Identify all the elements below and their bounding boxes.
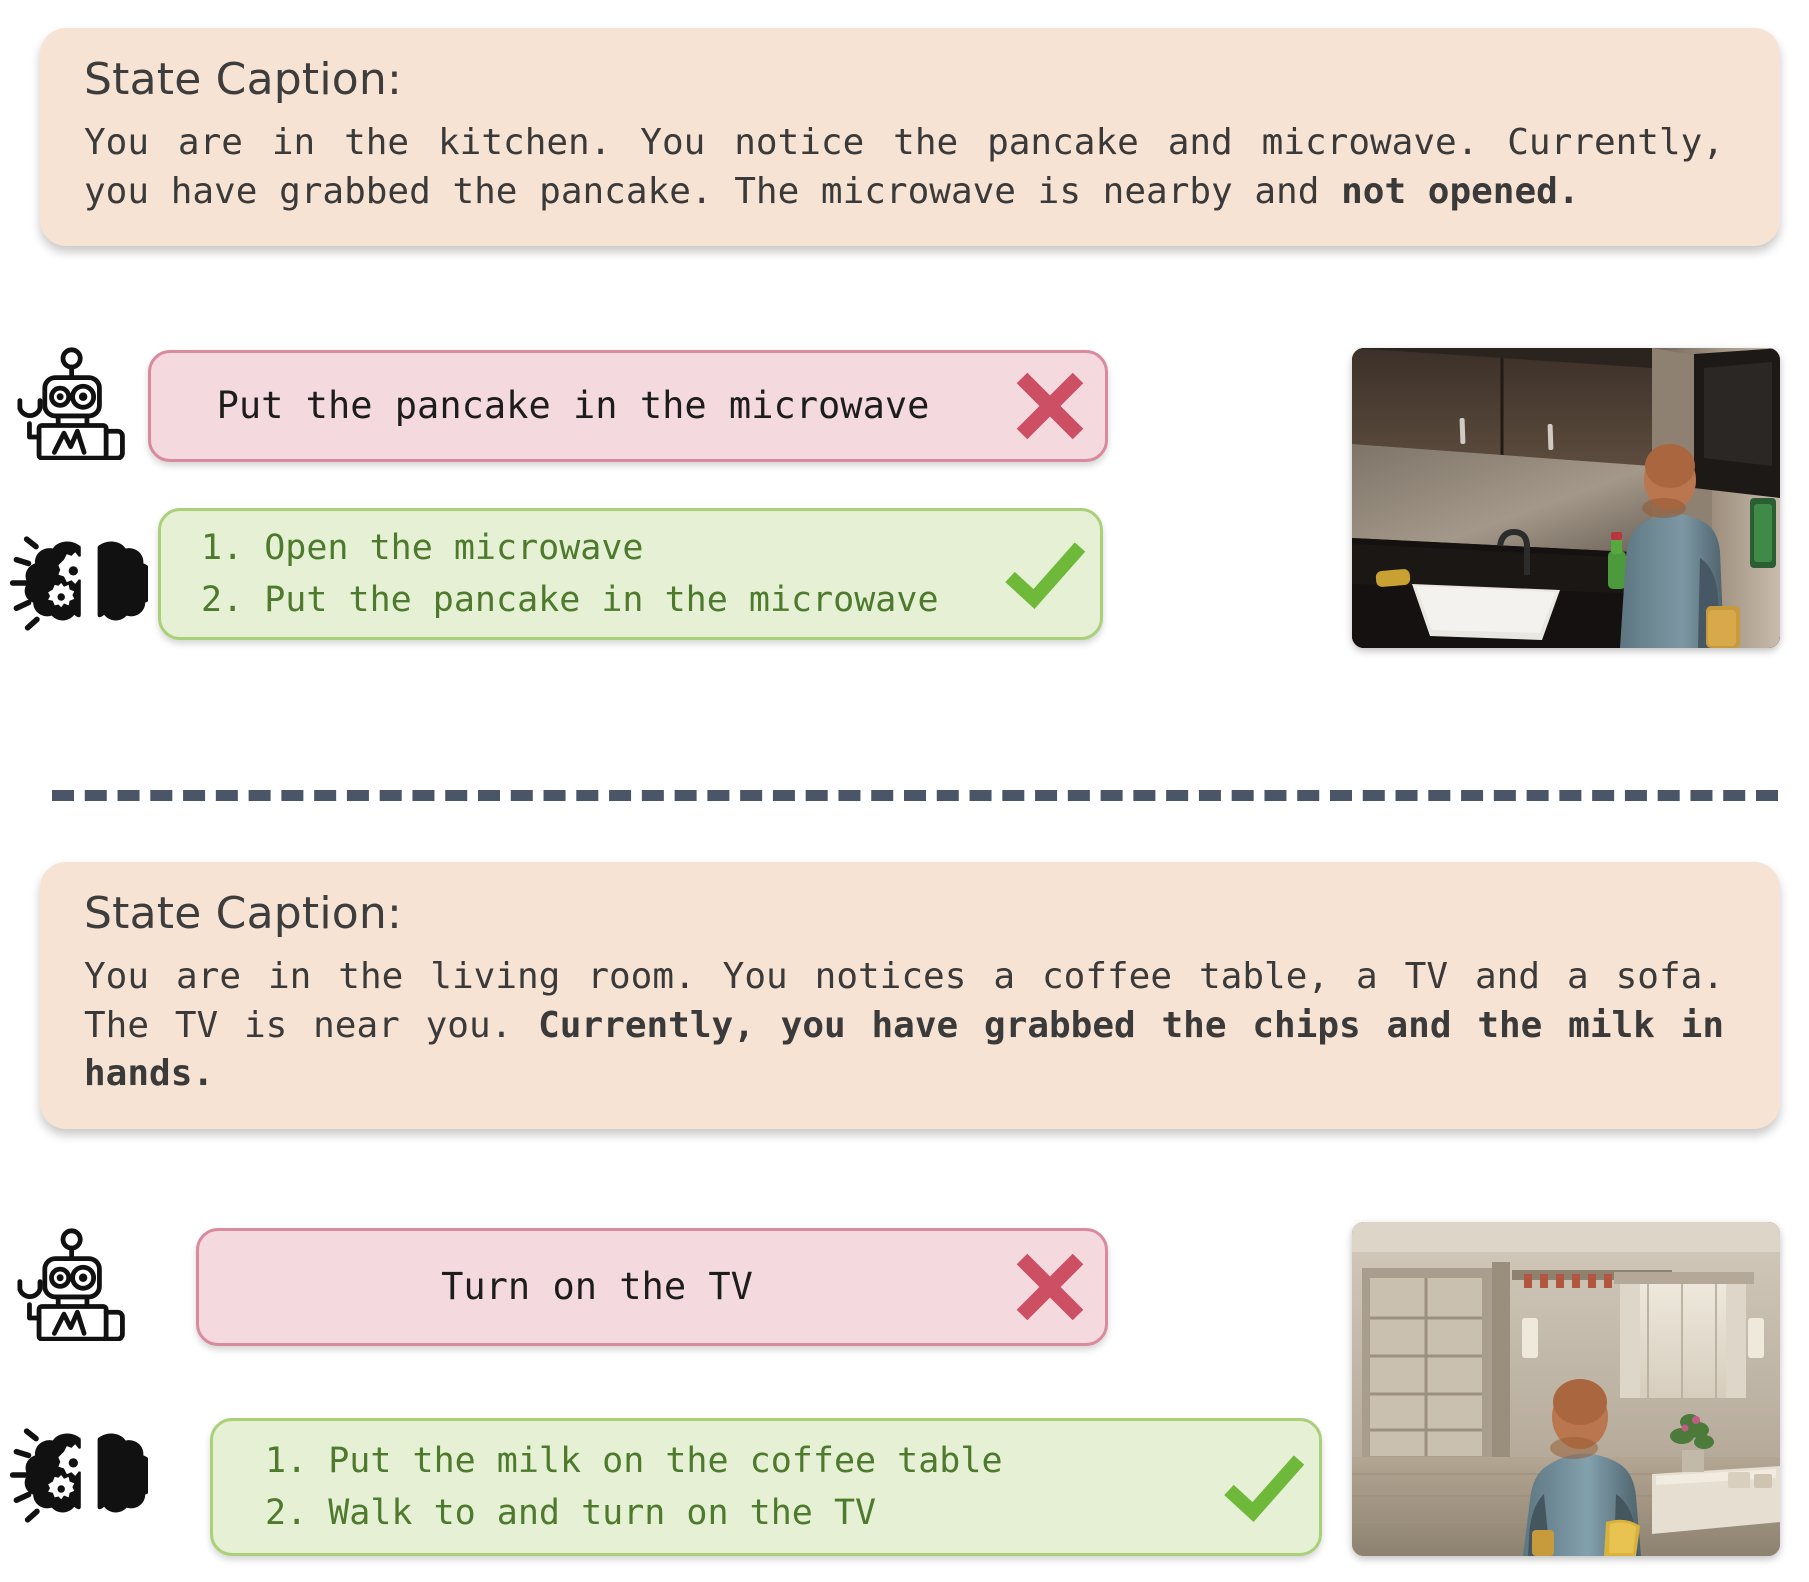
check-icon: [1224, 1455, 1305, 1522]
plan-step-2: 2. Put the pancake in the microwave: [201, 580, 939, 620]
agent-action-text-1: Put the pancake in the microwave: [216, 383, 930, 427]
brain-gears-icon: [9, 536, 148, 631]
figure-root: State Caption: You are in the kitchen. Y…: [0, 0, 1809, 1582]
caption-body-2: You are in the living room. You notices …: [84, 953, 1724, 1099]
agent-action-text-2: Turn on the TV: [441, 1264, 753, 1308]
reasoner-plan-text-1: 1. Open the microwave 2. Put the pancake…: [161, 522, 990, 627]
living-room-scene-thumbnail: [1352, 1222, 1780, 1556]
brain-icon-slot-1: [8, 528, 148, 638]
cross-icon: [1016, 372, 1084, 440]
plan-step-1: 1. Put the milk on the coffee table: [265, 1440, 1003, 1481]
caption-title-2: State Caption:: [84, 888, 402, 939]
robot-icon-slot-1: [12, 345, 137, 460]
caption-text-bold-1: not opened.: [1341, 170, 1580, 212]
robot-icon: [17, 1228, 125, 1341]
brain-icon-slot-2: [8, 1420, 148, 1530]
section-divider: [52, 790, 1778, 801]
robot-icon: [17, 347, 125, 460]
kitchen-scene-image: [1352, 348, 1780, 648]
cross-mark-1: [995, 351, 1105, 461]
state-caption-card-1: State Caption: You are in the kitchen. Y…: [40, 28, 1780, 247]
robot-icon-slot-2: [12, 1226, 137, 1341]
agent-action-bubble-1[interactable]: Put the pancake in the microwave: [148, 350, 1108, 462]
plan-step-1: 1. Open the microwave: [201, 527, 644, 568]
plan-step-2: 2. Walk to and turn on the TV: [265, 1493, 877, 1533]
state-caption-card-2: State Caption: You are in the living roo…: [40, 862, 1780, 1129]
check-mark-2: [1209, 1432, 1319, 1542]
reasoner-plan-text-2: 1. Put the milk on the coffee table 2. W…: [213, 1435, 1209, 1540]
cross-icon: [1016, 1253, 1084, 1321]
living-room-scene-image: [1352, 1222, 1780, 1556]
kitchen-scene-thumbnail: [1352, 348, 1780, 648]
reasoner-plan-bubble-1[interactable]: 1. Open the microwave 2. Put the pancake…: [158, 508, 1103, 640]
check-mark-1: [990, 519, 1100, 629]
agent-action-bubble-2[interactable]: Turn on the TV: [196, 1228, 1108, 1346]
reasoner-plan-bubble-2[interactable]: 1. Put the milk on the coffee table 2. W…: [210, 1418, 1322, 1556]
cross-mark-2: [995, 1232, 1105, 1342]
caption-body-1: You are in the kitchen. You notice the p…: [84, 119, 1724, 216]
brain-gears-icon: [9, 1428, 148, 1523]
caption-title-1: State Caption:: [84, 54, 402, 105]
check-icon: [1005, 542, 1086, 609]
